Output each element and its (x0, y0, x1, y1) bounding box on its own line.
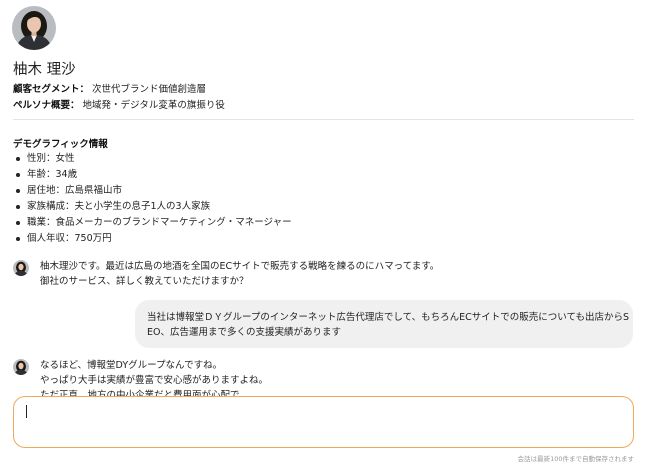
demographic-item: 居住地：広島県福山市 (13, 183, 292, 199)
demographic-item: 個人年収：750万円 (13, 231, 292, 247)
demographic-item: 性別：女性 (13, 151, 292, 167)
persona-message: 柚木理沙です。最近は広島の地酒を全国のECサイトで販売する戦略を練るのにハマって… (40, 259, 439, 289)
segment-value: 次世代ブランド価値創造層 (92, 84, 207, 95)
message-avatar (13, 359, 29, 375)
persona-summary-label: ペルソナ概要： (13, 100, 80, 111)
persona-avatar (12, 6, 56, 50)
message-line: 当社は博報堂ＤＹグループのインターネット広告代理店でして、もちろんECサイトでの… (147, 312, 630, 323)
section-divider (13, 119, 634, 120)
message-line: ただ正直、地方の中小企業だと費用面が心配で (40, 390, 240, 396)
text-caret (26, 405, 27, 418)
message-line: 柚木理沙です。最近は広島の地酒を全国のECサイトで販売する戦略を練るのにハマって… (40, 261, 440, 272)
demographic-item: 年齢：34歳 (13, 167, 292, 183)
demographics-title: デモグラフィック情報 (13, 139, 108, 150)
message-line: EO、広告運用まで多くの支援実績があります (147, 327, 341, 338)
persona-summary: ペルソナ概要： 地域発・デジタル変革の旗振り役 (13, 99, 225, 113)
persona-summary-value: 地域発・デジタル変革の旗振り役 (82, 100, 225, 111)
segment-label: 顧客セグメント： (13, 84, 90, 95)
message-avatar (13, 260, 29, 276)
demographic-item: 家族構成：夫と小学生の息子1人の3人家族 (13, 199, 292, 215)
autosave-note: 会話は最新100件まで自動保存されます (517, 455, 634, 463)
chat-input[interactable] (13, 396, 634, 448)
message-line: やっぱり大手は実績が豊富で安心感がありますよね。 (40, 375, 269, 386)
persona-message: なるほど、博報堂DYグループなんですね。 やっぱり大手は実績が豊富で安心感があり… (40, 358, 268, 396)
demographics-list: 性別：女性 年齢：34歳 居住地：広島県福山市 家族構成：夫と小学生の息子1人の… (13, 151, 292, 247)
demographic-item: 職業：食品メーカーのブランドマーケティング・マネージャー (13, 215, 292, 231)
user-message-bubble: 当社は博報堂ＤＹグループのインターネット広告代理店でして、もちろんECサイトでの… (135, 300, 633, 348)
message-line: なるほど、博報堂DYグループなんですね。 (40, 360, 223, 371)
persona-name: 柚木 理沙 (13, 62, 76, 78)
customer-segment: 顧客セグメント： 次世代ブランド価値創造層 (13, 83, 206, 97)
message-line: 御社のサービス、詳しく教えていただけますか？ (40, 276, 249, 287)
